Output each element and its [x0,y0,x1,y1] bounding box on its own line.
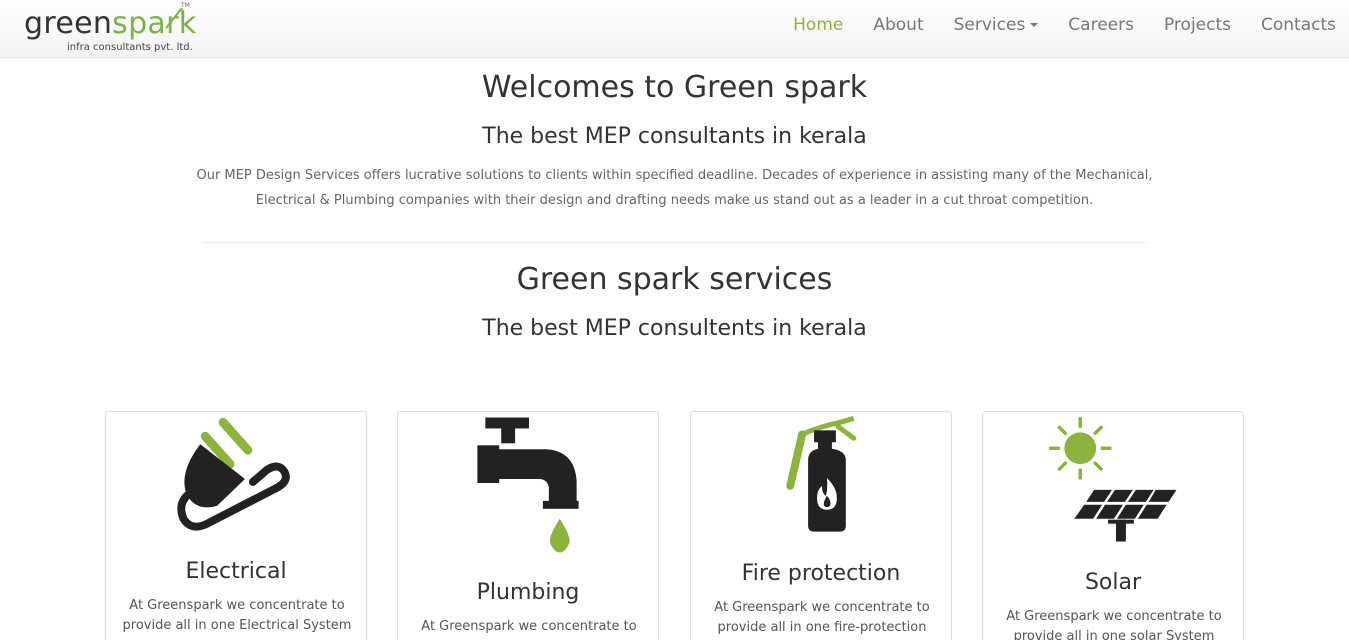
card-title: Fire protection [741,561,901,586]
card-description: At Greenspark we concentrate to provide … [714,600,930,635]
card-title: Electrical [185,559,287,584]
intro-line-1: Our MEP Design Services offers lucrative… [196,168,1153,183]
service-card-fire-protection[interactable]: Fire protection At Greenspark we concent… [690,411,952,640]
intro-paragraph: Our MEP Design Services offers lucrative… [0,163,1349,213]
card-title: Plumbing [476,580,580,605]
card-title: Solar [1084,570,1142,595]
card-description: At Greenspark we concentrate to provide … [1006,609,1222,640]
nav-contacts[interactable]: Contacts [1261,15,1336,35]
nav-home[interactable]: Home [793,15,843,35]
logo-trademark: TM [181,2,190,9]
intro-line-2: Electrical & Plumbing companies with the… [255,193,1094,208]
nav-about[interactable]: About [873,15,923,35]
card-description: At Greenspark we concentrate to provide … [122,598,352,633]
main-nav: Home About Services Careers Projects Con… [763,0,1336,50]
solar-panel-icon [1048,416,1177,542]
service-card-solar[interactable]: Solar At Greenspark we concentrate to pr… [982,411,1244,640]
navbar: greenspark TM infra consultants pvt. ltd… [0,0,1349,58]
nav-services-label: Services [953,15,1026,35]
card-description: At Greenspark we concentrate to [421,619,637,634]
service-card-plumbing[interactable]: Plumbing At Greenspark we concentrate to [397,411,659,640]
nav-projects[interactable]: Projects [1164,15,1231,35]
page-title: Welcomes to Green spark [481,70,868,105]
logo-tagline: infra consultants pvt. ltd. [67,42,193,53]
service-card-electrical[interactable]: Electrical At Greenspark we concentrate … [105,411,367,640]
services-subtitle: The best MEP consultents in kerala [482,316,867,341]
services-title: Green spark services [516,262,833,297]
faucet-icon [477,417,579,553]
fire-extinguisher-icon [786,416,857,532]
nav-services[interactable]: Services [954,15,1039,35]
plug-icon [177,417,290,531]
caret-down-icon [1030,23,1039,27]
section-divider [202,242,1147,243]
logo[interactable]: greenspark TM infra consultants pvt. ltd… [24,2,196,56]
page-subtitle: The best MEP consultants in kerala [482,124,867,149]
nav-careers[interactable]: Careers [1068,15,1134,35]
